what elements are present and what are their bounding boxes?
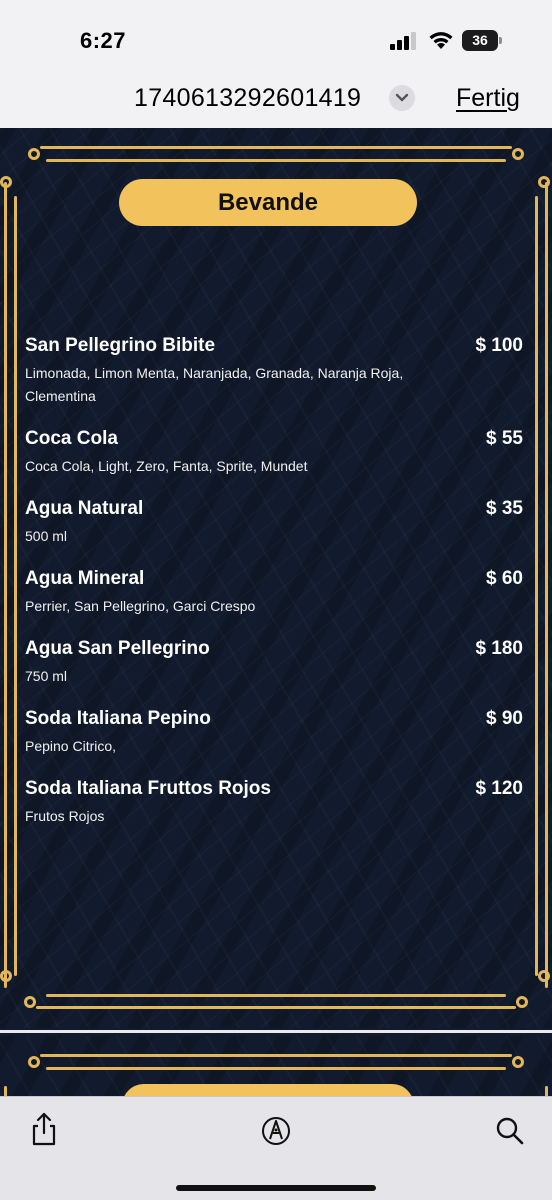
frame-curl xyxy=(28,148,40,160)
menu-item: Soda Italiana Fruttos Rojos $ 120 Frutos… xyxy=(25,778,525,828)
item-name: Agua San Pellegrino xyxy=(25,638,210,659)
item-name: San Pellegrino Bibite xyxy=(25,335,216,356)
wifi-icon xyxy=(429,32,453,49)
frame-left-line-inner xyxy=(14,196,17,976)
share-icon xyxy=(32,1112,56,1146)
frame-bottom-line-inner xyxy=(46,994,506,997)
frame-curl xyxy=(28,1056,40,1068)
item-name: Agua Mineral xyxy=(25,568,145,589)
frame-top-line xyxy=(40,146,512,149)
frame-top-line-inner xyxy=(46,1067,506,1070)
item-price: $ 55 xyxy=(486,428,523,449)
markup-icon xyxy=(262,1117,290,1145)
frame-curl xyxy=(0,970,12,982)
item-description: 750 ml xyxy=(25,668,68,684)
bottom-toolbar xyxy=(0,1096,552,1200)
chevron-down-icon xyxy=(395,93,409,102)
frame-curl xyxy=(512,148,524,160)
menu-item: San Pellegrino Bibite $ 100 Limonada, Li… xyxy=(25,335,525,405)
item-price: $ 35 xyxy=(486,498,523,519)
share-button[interactable] xyxy=(26,1111,62,1147)
menu-item: Coca Cola $ 55 Coca Cola, Light, Zero, F… xyxy=(25,428,525,478)
item-price: $ 180 xyxy=(475,638,523,659)
item-description: Perrier, San Pellegrino, Garci Crespo xyxy=(25,598,256,614)
home-indicator xyxy=(176,1185,376,1191)
frame-right-line xyxy=(545,1086,548,1096)
item-name: Soda Italiana Fruttos Rojos xyxy=(25,778,271,799)
item-name: Agua Natural xyxy=(25,498,144,519)
item-name: Soda Italiana Pepino xyxy=(25,708,211,729)
frame-right-line-inner xyxy=(535,196,538,976)
markup-button[interactable] xyxy=(258,1111,294,1147)
search-icon xyxy=(496,1117,524,1145)
item-description: Pepino Citrico, xyxy=(25,738,117,754)
item-price: $ 60 xyxy=(486,568,523,589)
item-description: 500 ml xyxy=(25,528,68,544)
menu-item: Agua San Pellegrino $ 180 750 ml xyxy=(25,638,525,688)
item-description: Frutos Rojos xyxy=(25,808,105,824)
item-price: $ 100 xyxy=(475,335,523,356)
next-menu-page[interactable] xyxy=(0,1036,552,1096)
frame-curl xyxy=(24,996,36,1008)
battery-icon: 36 xyxy=(462,30,502,51)
menu-page[interactable]: Bevande San Pellegrino Bibite $ 100 Limo… xyxy=(0,128,552,1032)
item-price: $ 90 xyxy=(486,708,523,729)
frame-top-line xyxy=(40,1054,512,1057)
search-button[interactable] xyxy=(492,1111,528,1147)
frame-bottom-line xyxy=(36,1006,516,1009)
item-description: Limonada, Limon Menta, Naranjada, Granad… xyxy=(25,365,404,404)
frame-curl xyxy=(538,970,550,982)
battery-level: 36 xyxy=(472,32,488,48)
document-title[interactable]: 1740613292601419 xyxy=(134,84,361,113)
page-separator-line xyxy=(0,1030,552,1033)
frame-curl xyxy=(516,996,528,1008)
status-time: 6:27 xyxy=(80,28,127,53)
done-button[interactable]: Fertig xyxy=(456,84,520,113)
title-menu-button[interactable] xyxy=(389,85,415,111)
item-name: Coca Cola xyxy=(25,428,118,449)
menu-item: Agua Natural $ 35 500 ml xyxy=(25,498,525,548)
signal-icon xyxy=(390,32,416,50)
status-bar: 6:27 36 xyxy=(0,0,552,72)
frame-left-line xyxy=(4,182,7,988)
next-section-pill xyxy=(122,1084,414,1096)
frame-curl xyxy=(538,176,550,188)
frame-curl xyxy=(0,176,12,188)
menu-item: Agua Mineral $ 60 Perrier, San Pellegrin… xyxy=(25,568,525,618)
section-title: Bevande xyxy=(119,179,417,226)
menu-item: Soda Italiana Pepino $ 90 Pepino Citrico… xyxy=(25,708,525,758)
frame-curl xyxy=(512,1056,524,1068)
status-icons: 36 xyxy=(390,28,520,54)
frame-top-line-inner xyxy=(46,159,506,162)
frame-right-line xyxy=(545,182,548,988)
frame-left-line xyxy=(4,1086,7,1096)
nav-bar: 1740613292601419 Fertig xyxy=(0,72,552,128)
item-description: Coca Cola, Light, Zero, Fanta, Sprite, M… xyxy=(25,458,308,474)
item-price: $ 120 xyxy=(475,778,523,799)
